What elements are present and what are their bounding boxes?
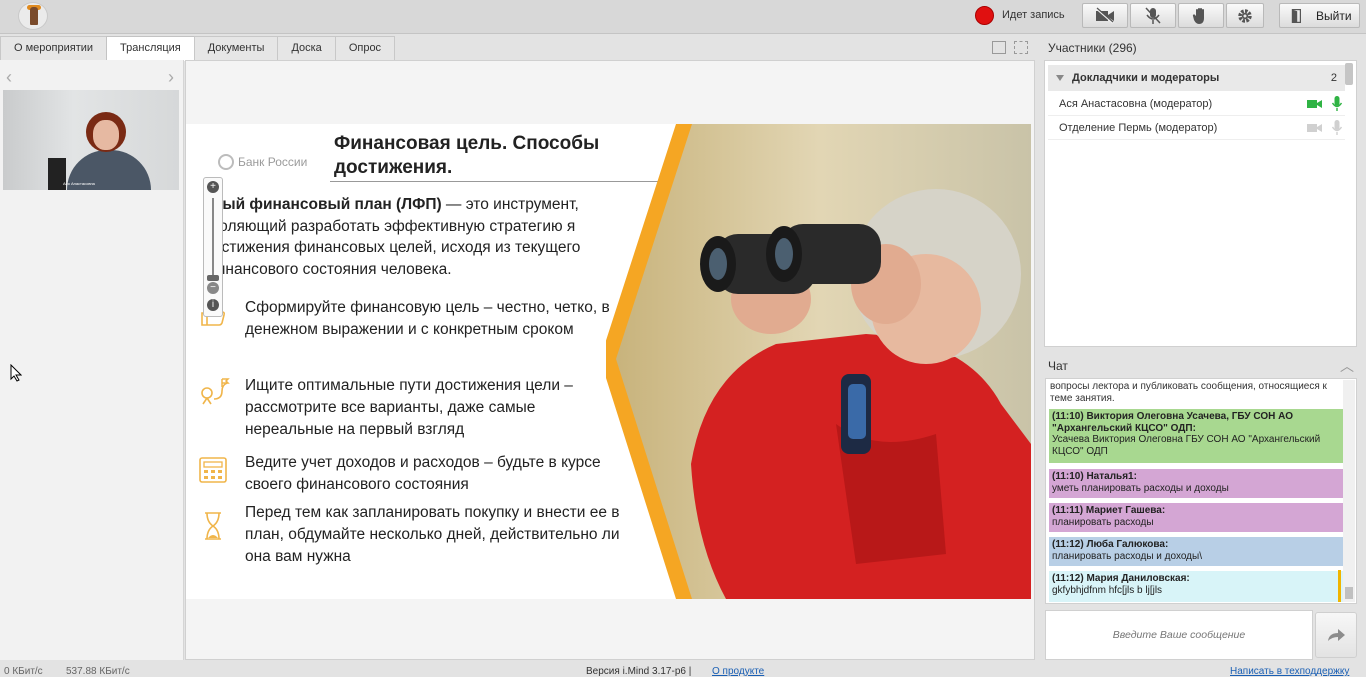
bank-logo-text: Банк России — [238, 155, 308, 169]
zoom-out-icon[interactable]: − — [207, 282, 219, 294]
message-body: планировать расходы — [1052, 516, 1154, 528]
support-link[interactable]: Написать в техподдержку — [1230, 666, 1349, 677]
chat-message: (11:10) Наталья1: уметь планировать расх… — [1049, 469, 1343, 499]
next-video-icon[interactable]: › — [168, 67, 174, 88]
bank-logo: Банк России — [218, 154, 307, 170]
status-footer: 0 КБит/с 537.88 КБит/с Версия i.Mind 3.1… — [0, 666, 1366, 677]
participants-panel: Докладчики и модераторы 2 Ася Анастасовн… — [1044, 60, 1357, 347]
app-window: Идет запись Выйти О мероприятии Трансляц… — [0, 0, 1366, 677]
chat-message: (11:12) Мария Даниловская: gkfybhjdfnm h… — [1049, 571, 1343, 603]
fullscreen-icon[interactable] — [1014, 41, 1028, 54]
chat-message: (11:10) Виктория Олеговна Усачева, ГБУ С… — [1049, 409, 1343, 464]
slide-intro: чный финансовый план (ЛФП) — это инструм… — [204, 194, 664, 280]
zoom-in-icon[interactable]: + — [207, 181, 219, 193]
record-indicator-icon — [975, 6, 994, 25]
participant-name: Отделение Пермь (модератор) — [1059, 122, 1218, 134]
bullet-text: Ведите учет доходов и расходов – будьте … — [245, 454, 601, 493]
chat-system-text: вопросы лектора и публиковать сообщения,… — [1050, 381, 1327, 404]
participants-scrollbar[interactable] — [1345, 63, 1353, 85]
chat-message-input[interactable] — [1046, 611, 1312, 659]
collapse-triangle-icon — [1056, 75, 1064, 81]
participant-name: Ася Анастасовна (модератор) — [1059, 98, 1213, 110]
tab-poll[interactable]: Опрос — [334, 36, 396, 60]
tab-about[interactable]: О мероприятии — [0, 36, 108, 60]
chat-messages: вопросы лектора и публиковать сообщения,… — [1045, 378, 1357, 604]
chat-input-box[interactable] — [1045, 610, 1313, 660]
hourglass-icon — [205, 512, 221, 540]
new-message-marker — [1338, 570, 1341, 602]
send-message-button[interactable] — [1315, 612, 1357, 658]
raise-hand-icon — [1192, 7, 1204, 24]
tab-board[interactable]: Доска — [277, 36, 336, 60]
message-body: уметь планировать расходы и доходы — [1052, 482, 1229, 494]
upload-rate: 0 КБит/с — [4, 666, 43, 677]
camera-on-icon — [1307, 100, 1322, 108]
message-header: (11:10) Наталья1: — [1052, 471, 1137, 482]
zoom-slider-handle[interactable] — [207, 275, 219, 281]
chat-message: (11:11) Мариет Гашева: планировать расхо… — [1049, 503, 1343, 533]
video-toggle-button[interactable] — [1082, 3, 1128, 28]
video-sidebar: ‹ › Ася Анастасовна — [0, 60, 184, 660]
raise-hand-button[interactable] — [1178, 3, 1224, 28]
send-arrow-icon — [1328, 629, 1345, 641]
view-mode-icons — [992, 41, 1028, 54]
route-pin-icon — [201, 378, 230, 405]
recording-status: Идет запись — [1002, 9, 1065, 21]
message-header: (11:12) Люба Галюкова: — [1052, 539, 1169, 550]
gear-icon — [1238, 8, 1252, 23]
exit-label: Выйти — [1316, 8, 1352, 23]
calculator-icon — [199, 457, 227, 483]
intro-term: чный финансовый план (ЛФП) — [204, 196, 442, 213]
message-header: (11:12) Мария Даниловская: — [1052, 573, 1190, 584]
version-text: Версия i.Mind 3.17-p6 | — [586, 666, 692, 677]
tab-broadcast[interactable]: Трансляция — [106, 36, 195, 61]
info-icon[interactable]: i — [207, 299, 219, 311]
settings-button[interactable] — [1226, 3, 1264, 28]
mic-off-icon — [1145, 6, 1161, 24]
moderators-group-header[interactable]: Докладчики и модераторы 2 — [1048, 65, 1345, 91]
participant-row[interactable]: Ася Анастасовна (модератор) — [1048, 92, 1345, 116]
message-header: (11:10) Виктория Олеговна Усачева, ГБУ С… — [1052, 411, 1293, 434]
binoculars-photo — [606, 124, 1031, 599]
group-count: 2 — [1330, 72, 1337, 84]
speaker-video[interactable]: Ася Анастасовна — [3, 90, 179, 190]
prev-video-icon[interactable]: ‹ — [6, 67, 12, 88]
group-title: Докладчики и модераторы — [1072, 72, 1220, 84]
download-rate: 537.88 КБит/с — [66, 666, 130, 677]
message-body: Усачева Виктория Олеговна ГБУ СОН АО "Ар… — [1052, 434, 1321, 457]
bullet-text: Сформируйте финансовую цель – честно, че… — [245, 299, 610, 338]
top-toolbar: Идет запись Выйти — [0, 0, 1366, 34]
about-product-link[interactable]: О продукте — [712, 666, 764, 677]
message-body: gkfybhjdfnm hfc[jls b lj[jls — [1052, 584, 1163, 596]
door-exit-icon — [1291, 8, 1301, 23]
mic-off-icon — [1331, 120, 1343, 135]
bullet-text: Перед тем как запланировать покупку и вн… — [245, 504, 620, 565]
tab-documents[interactable]: Документы — [193, 36, 279, 60]
chat-title: Чат — [1048, 359, 1068, 373]
exit-button[interactable]: Выйти — [1279, 3, 1360, 28]
chat-message: (11:12) Люба Галюкова: планировать расхо… — [1049, 537, 1343, 567]
bullet-text: Ищите оптимальные пути достижения цели –… — [245, 377, 573, 438]
chat-collapse-icon[interactable]: ︿ — [1340, 356, 1354, 376]
mouse-cursor-icon — [10, 364, 22, 382]
presentation-area: Банк России Финансовая цель. Способы дос… — [185, 60, 1035, 660]
tab-bar: О мероприятии Трансляция Документы Доска… — [0, 36, 396, 61]
mic-on-icon — [1331, 96, 1343, 111]
presentation-slide: Банк России Финансовая цель. Способы дос… — [186, 124, 1031, 599]
mic-toggle-button[interactable] — [1130, 3, 1176, 28]
video-caption: Ася Анастасовна — [63, 181, 95, 186]
chat-scroll-thumb[interactable] — [1345, 587, 1353, 599]
video-off-icon — [1096, 7, 1114, 24]
message-header: (11:11) Мариет Гашева: — [1052, 505, 1166, 516]
app-logo — [18, 2, 48, 30]
participants-title: Участники (296) — [1048, 41, 1137, 55]
window-mode-icon[interactable] — [992, 41, 1006, 54]
chat-scrollbar[interactable] — [1343, 380, 1355, 602]
zoom-control[interactable]: + − i — [203, 177, 223, 317]
message-body: планировать расходы и доходы\ — [1052, 550, 1202, 562]
camera-off-icon — [1307, 124, 1322, 132]
bank-logo-icon — [218, 154, 234, 170]
participant-row[interactable]: Отделение Пермь (модератор) — [1048, 116, 1345, 140]
